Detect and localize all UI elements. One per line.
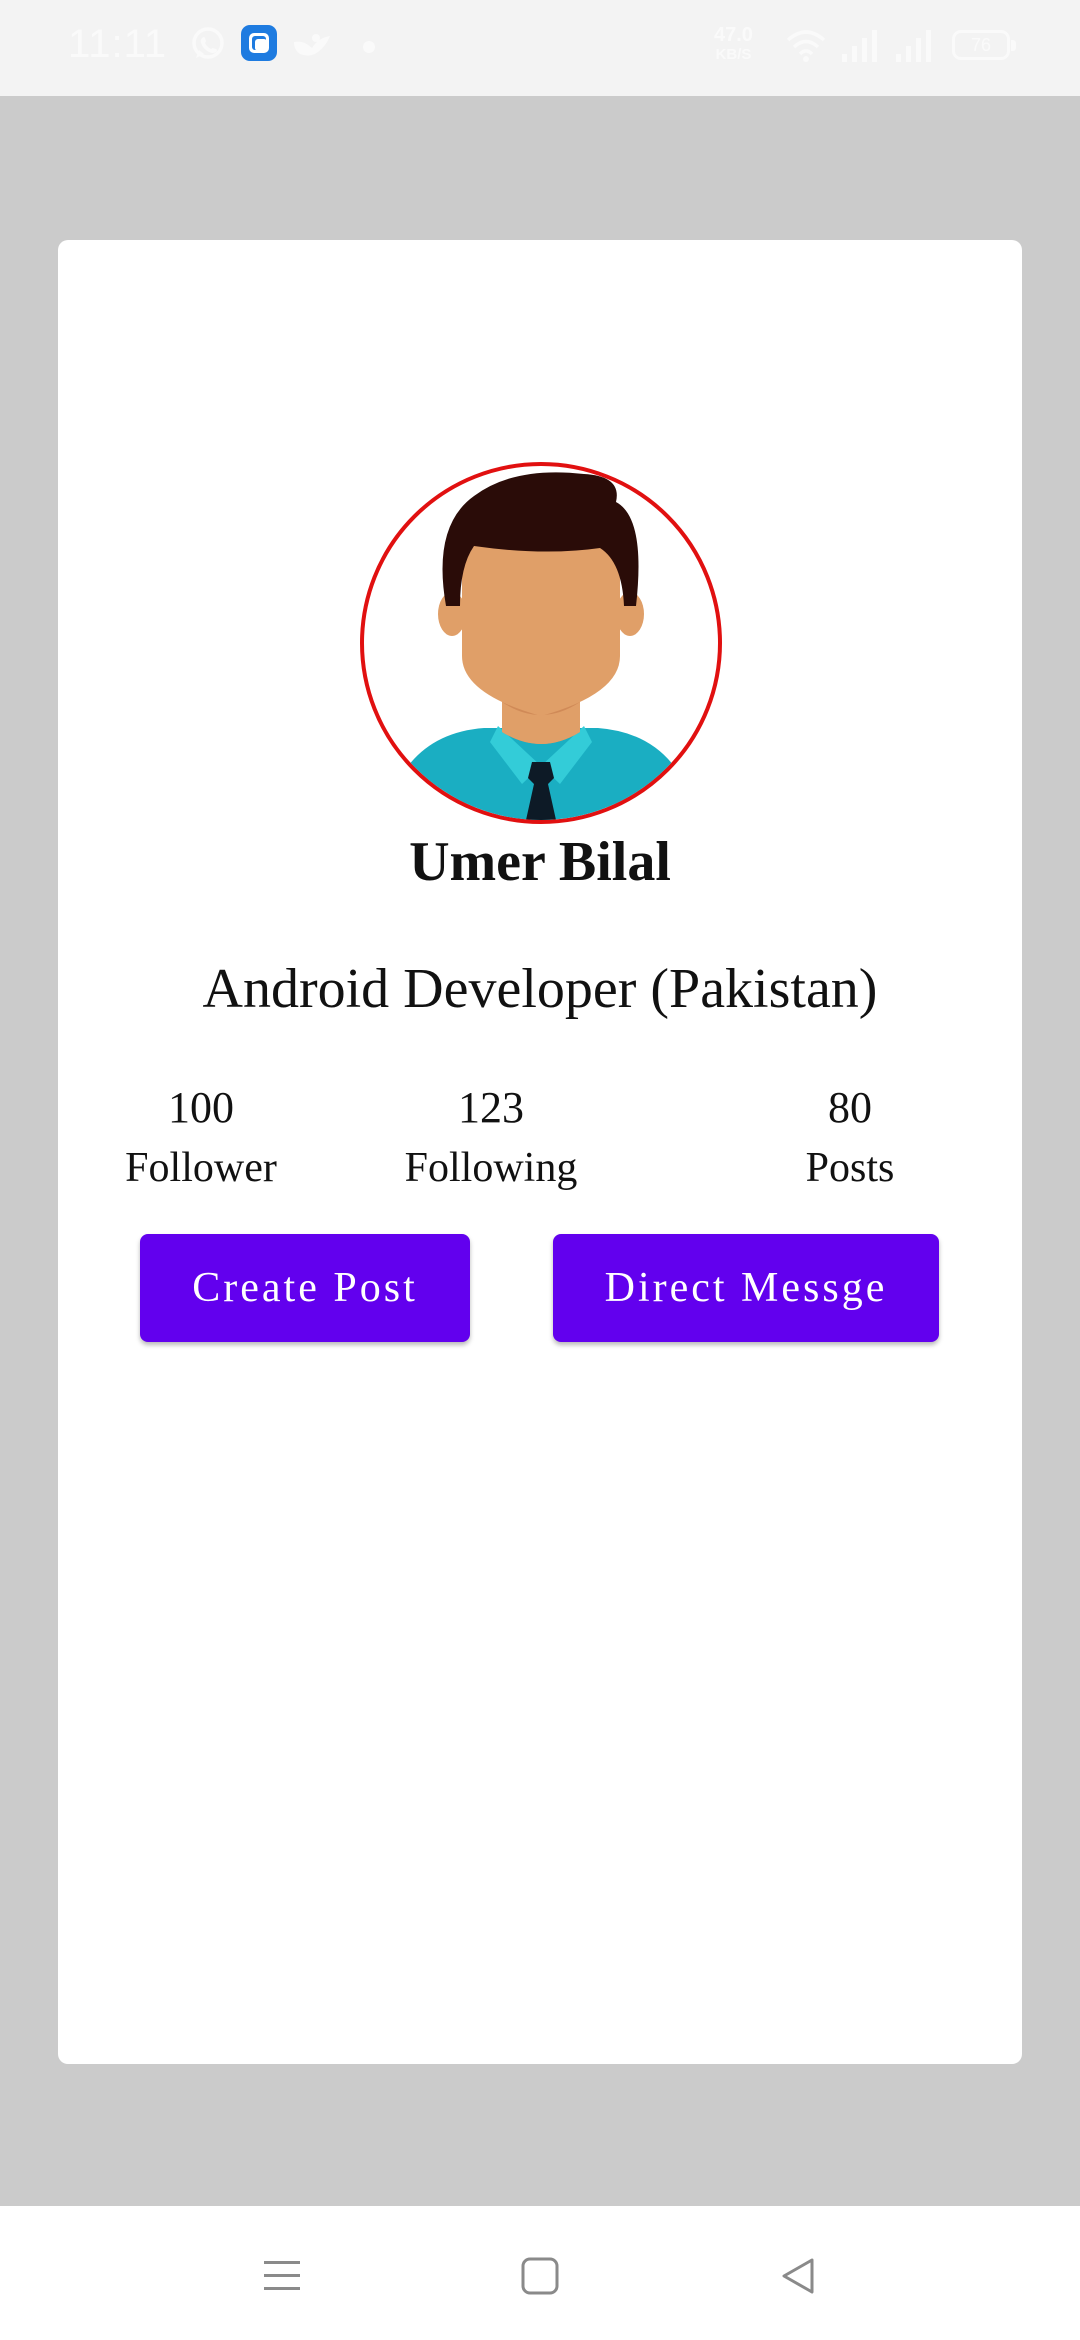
stat-followers-label: Follower [125,1145,277,1191]
direct-message-button[interactable]: Direct Messge [553,1234,939,1342]
status-time: 11:11 [68,22,168,66]
stat-followers-value: 100 [168,1083,234,1132]
stat-posts-value: 80 [828,1083,872,1132]
navigation-bar [0,2206,1080,2340]
back-icon[interactable] [768,2246,828,2306]
stat-posts-label: Posts [805,1145,895,1191]
battery-icon: 76 [952,30,1016,60]
network-speed-unit: KB/S [715,46,752,63]
signal-icon [840,28,880,69]
status-bar: 11:11 47.0 KB/S 76 [0,0,1080,96]
profile-role: Android Developer (Pakistan) [202,958,878,1020]
menu-icon[interactable] [252,2246,312,2306]
stat-following[interactable]: 123 Following [376,1078,606,1198]
stat-posts[interactable]: 80 Posts [770,1078,930,1198]
avatar-illustration [384,472,698,820]
home-icon[interactable] [510,2246,570,2306]
stat-followers[interactable]: 100 Follower [96,1078,306,1198]
wifi-icon [786,26,826,69]
bird-icon [290,24,334,69]
stat-following-value: 123 [458,1083,524,1132]
create-post-button[interactable]: Create Post [140,1234,470,1342]
signal-icon [894,28,934,69]
dot-icon [362,40,376,59]
stat-following-label: Following [404,1145,578,1191]
avatar [360,462,722,824]
battery-level: 76 [970,35,992,55]
network-speed-value: 47.0 [714,24,753,46]
profile-name: Umer Bilal [409,831,671,893]
app-icon [240,24,278,67]
network-speed: 47.0 KB/S [714,24,753,64]
whatsapp-icon [188,24,228,69]
profile-card: Umer Bilal Android Developer (Pakistan) … [58,240,1022,2064]
